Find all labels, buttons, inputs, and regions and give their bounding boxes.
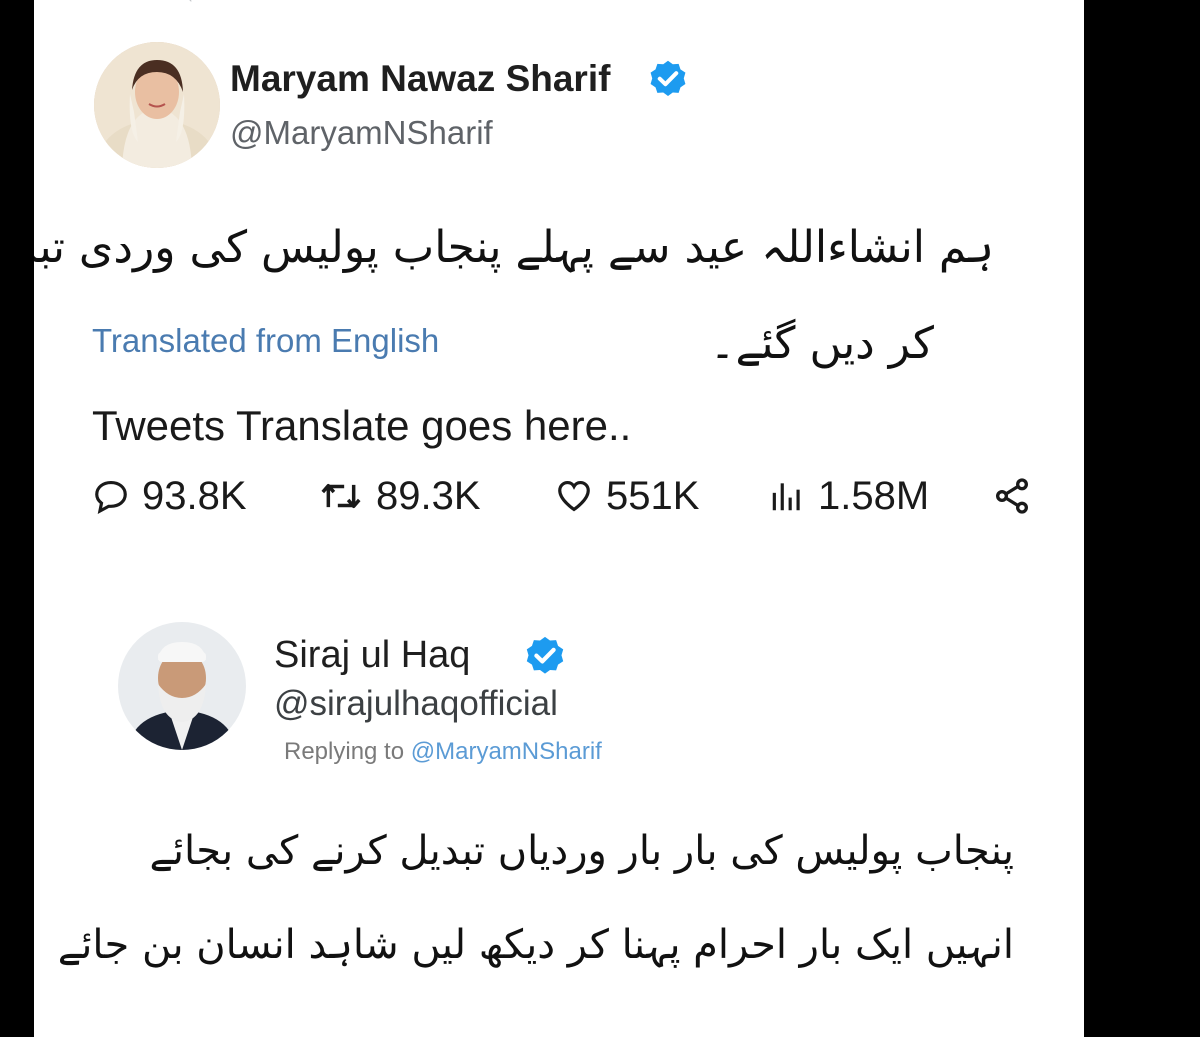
retweet-count: 89.3K bbox=[376, 473, 481, 518]
reply-action[interactable]: 93.8K bbox=[92, 468, 247, 524]
reply-icon bbox=[95, 480, 127, 515]
tweet-screenshot-card: Maryam Nawaz Sharif @MaryamNSharif ہم ان… bbox=[34, 0, 1084, 1037]
like-icon bbox=[558, 480, 590, 512]
share-action[interactable] bbox=[992, 468, 1032, 524]
siraj-avatar[interactable] bbox=[118, 622, 246, 750]
verified-badge-icon bbox=[650, 60, 686, 96]
person-portrait-icon bbox=[94, 42, 220, 168]
retweet-icon bbox=[189, 0, 192, 3]
like-action[interactable]: 551K bbox=[554, 468, 699, 524]
reply-count: 93.8K bbox=[142, 473, 247, 518]
tweet1-handle[interactable]: @MaryamNSharif bbox=[230, 114, 493, 152]
views-action[interactable]: 1.58M bbox=[768, 468, 929, 524]
person-portrait-icon bbox=[118, 622, 246, 750]
tweet1-metrics-bar: 93.8K 89.3K 551K 1.58M bbox=[92, 468, 1052, 524]
tweet1-translation: Tweets Translate goes here.. bbox=[92, 402, 632, 449]
replying-prefix: Replying to bbox=[284, 738, 405, 765]
replying-to-line: Replying to @MaryamNSharif bbox=[284, 738, 602, 766]
tweet2-author-name[interactable]: Siraj ul Haq bbox=[274, 634, 470, 677]
retweet-icon bbox=[321, 483, 361, 509]
share-icon bbox=[996, 478, 1028, 514]
tweet2-text-line2: انہیں ایک بار احرام پہنا کر دیکھ لیں شاہ… bbox=[57, 922, 1014, 968]
translated-from-link[interactable]: Translated from English bbox=[92, 322, 439, 360]
like-count: 551K bbox=[606, 473, 700, 518]
views-count: 1.58M bbox=[818, 473, 930, 518]
retweet-action[interactable]: 89.3K bbox=[318, 468, 481, 524]
tweet2-text-line1: پنجاب پولیس کی بار بار وردیاں تبدیل کرنے… bbox=[149, 828, 1014, 874]
replying-mention-link[interactable]: @MaryamNSharif bbox=[411, 738, 602, 765]
tweet2-handle[interactable]: @sirajulhaqofficial bbox=[274, 684, 558, 724]
retweeted-header bbox=[184, 0, 214, 8]
maryam-avatar[interactable] bbox=[94, 42, 220, 168]
tweet1-author-name[interactable]: Maryam Nawaz Sharif bbox=[230, 58, 610, 100]
views-icon bbox=[772, 483, 800, 511]
verified-badge-icon bbox=[526, 636, 564, 674]
tweet1-text-line2: کر دیں گئے۔ bbox=[709, 318, 934, 369]
tweet1-text-line1: ہم انشاءاللہ عید سے پہلے پنجاب پولیس کی … bbox=[34, 222, 994, 273]
